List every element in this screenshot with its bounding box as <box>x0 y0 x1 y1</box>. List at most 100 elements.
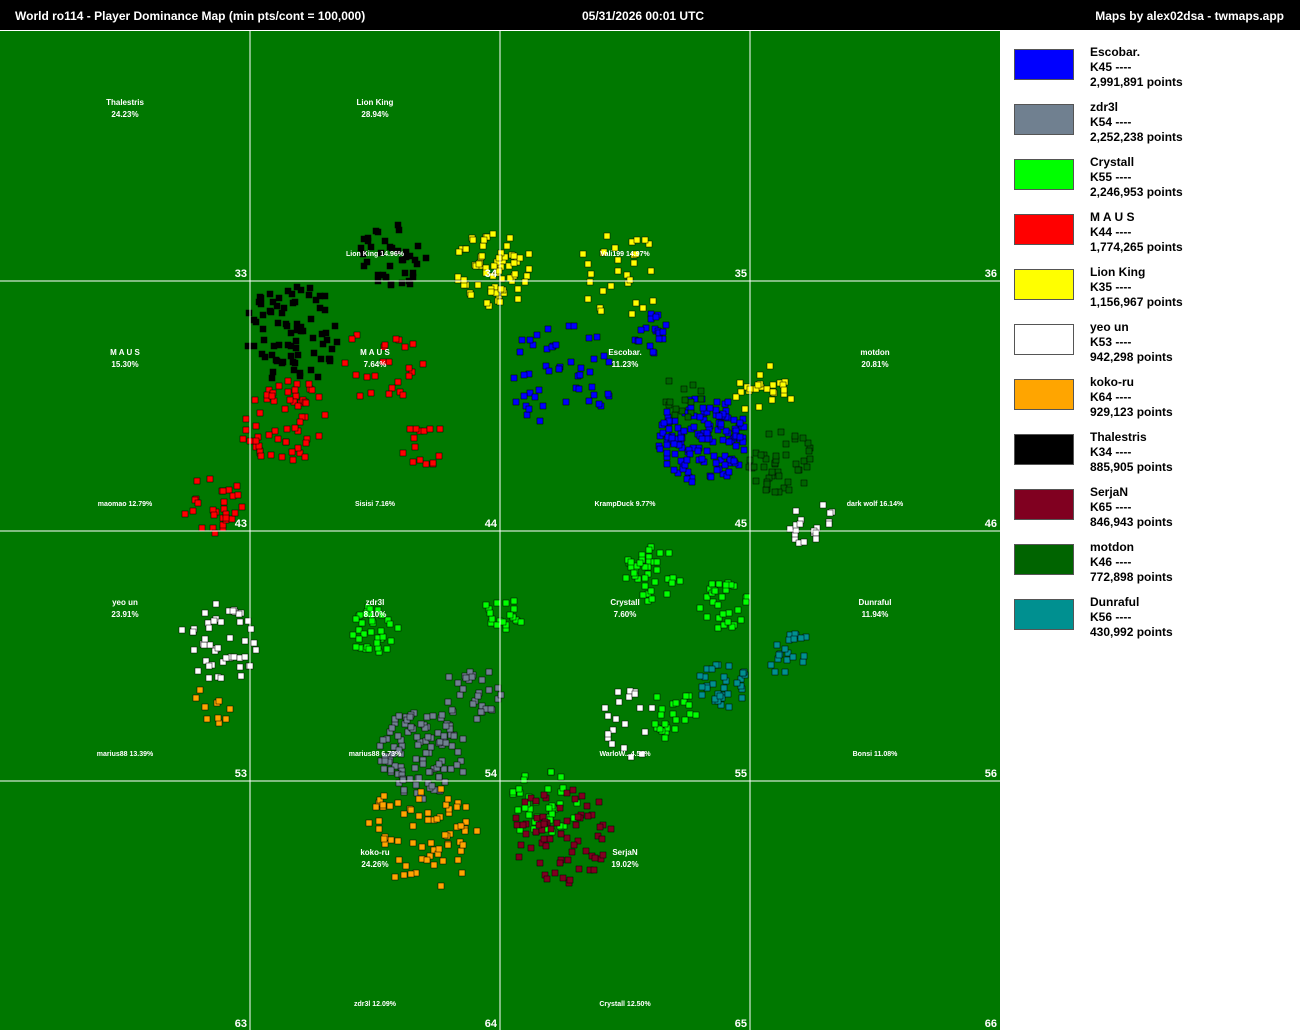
village-marker[interactable] <box>200 641 208 649</box>
village-marker[interactable] <box>647 587 655 595</box>
village-marker[interactable] <box>665 425 673 433</box>
village-marker[interactable] <box>636 559 644 567</box>
village-marker[interactable] <box>441 831 449 839</box>
village-marker[interactable] <box>352 643 360 651</box>
village-marker[interactable] <box>284 287 292 295</box>
village-marker[interactable] <box>394 378 402 386</box>
village-marker[interactable] <box>547 768 555 776</box>
village-marker[interactable] <box>584 260 592 268</box>
village-marker[interactable] <box>578 792 586 800</box>
village-marker[interactable] <box>800 538 808 546</box>
village-marker[interactable] <box>604 390 612 398</box>
village-marker[interactable] <box>663 408 671 416</box>
village-marker[interactable] <box>725 609 733 617</box>
village-marker[interactable] <box>570 322 578 330</box>
village-marker[interactable] <box>493 599 501 607</box>
village-marker[interactable] <box>328 345 336 353</box>
village-marker[interactable] <box>418 843 426 851</box>
village-marker[interactable] <box>445 673 453 681</box>
village-marker[interactable] <box>386 262 394 270</box>
village-marker[interactable] <box>527 844 535 852</box>
village-marker[interactable] <box>493 621 501 629</box>
village-marker[interactable] <box>485 686 493 694</box>
village-marker[interactable] <box>732 393 740 401</box>
village-marker[interactable] <box>257 452 265 460</box>
village-marker[interactable] <box>712 406 720 414</box>
village-marker[interactable] <box>708 665 716 673</box>
village-marker[interactable] <box>272 356 280 364</box>
village-marker[interactable] <box>488 615 496 623</box>
village-marker[interactable] <box>789 653 797 661</box>
village-marker[interactable] <box>454 856 462 864</box>
village-marker[interactable] <box>241 637 249 645</box>
village-marker[interactable] <box>768 468 776 476</box>
village-marker[interactable] <box>341 359 349 367</box>
village-marker[interactable] <box>475 260 483 268</box>
village-marker[interactable] <box>519 821 527 829</box>
village-marker[interactable] <box>400 810 408 818</box>
village-marker[interactable] <box>677 434 685 442</box>
village-marker[interactable] <box>626 276 634 284</box>
village-marker[interactable] <box>785 486 793 494</box>
village-marker[interactable] <box>356 392 364 400</box>
village-marker[interactable] <box>242 415 250 423</box>
village-marker[interactable] <box>226 705 234 713</box>
village-marker[interactable] <box>556 804 564 812</box>
village-marker[interactable] <box>696 413 704 421</box>
village-marker[interactable] <box>290 366 298 374</box>
village-marker[interactable] <box>775 472 783 480</box>
village-marker[interactable] <box>422 460 430 468</box>
village-marker[interactable] <box>292 392 300 400</box>
village-marker[interactable] <box>291 359 299 367</box>
village-marker[interactable] <box>259 311 267 319</box>
village-marker[interactable] <box>599 287 607 295</box>
village-marker[interactable] <box>402 862 410 870</box>
village-marker[interactable] <box>603 232 611 240</box>
village-marker[interactable] <box>386 620 394 628</box>
village-marker[interactable] <box>752 477 760 485</box>
village-marker[interactable] <box>614 688 622 696</box>
village-marker[interactable] <box>703 613 711 621</box>
village-marker[interactable] <box>536 859 544 867</box>
village-marker[interactable] <box>257 300 265 308</box>
village-marker[interactable] <box>698 435 706 443</box>
village-marker[interactable] <box>553 819 561 827</box>
village-marker[interactable] <box>703 447 711 455</box>
village-marker[interactable] <box>497 285 505 293</box>
village-marker[interactable] <box>226 634 234 642</box>
village-marker[interactable] <box>189 628 197 636</box>
village-marker[interactable] <box>387 836 395 844</box>
village-marker[interactable] <box>236 618 244 626</box>
village-marker[interactable] <box>411 764 419 772</box>
village-marker[interactable] <box>307 366 315 374</box>
village-marker[interactable] <box>571 795 579 803</box>
village-marker[interactable] <box>192 694 200 702</box>
village-marker[interactable] <box>646 342 654 350</box>
village-marker[interactable] <box>683 456 691 464</box>
village-marker[interactable] <box>385 358 393 366</box>
village-marker[interactable] <box>205 624 213 632</box>
village-marker[interactable] <box>559 874 567 882</box>
village-marker[interactable] <box>737 616 745 624</box>
village-marker[interactable] <box>539 402 547 410</box>
village-marker[interactable] <box>512 398 520 406</box>
village-marker[interactable] <box>780 386 788 394</box>
village-marker[interactable] <box>545 804 553 812</box>
village-marker[interactable] <box>608 740 616 748</box>
village-marker[interactable] <box>590 355 598 363</box>
village-marker[interactable] <box>591 854 599 862</box>
village-marker[interactable] <box>409 458 417 466</box>
village-marker[interactable] <box>305 291 313 299</box>
village-marker[interactable] <box>469 700 477 708</box>
village-marker[interactable] <box>482 601 490 609</box>
village-marker[interactable] <box>235 610 243 618</box>
village-marker[interactable] <box>627 558 635 566</box>
village-marker[interactable] <box>812 535 820 543</box>
village-marker[interactable] <box>825 520 833 528</box>
village-marker[interactable] <box>260 336 268 344</box>
village-marker[interactable] <box>352 371 360 379</box>
village-marker[interactable] <box>234 491 242 499</box>
village-marker[interactable] <box>734 606 742 614</box>
village-marker[interactable] <box>719 610 727 618</box>
village-marker[interactable] <box>386 243 394 251</box>
